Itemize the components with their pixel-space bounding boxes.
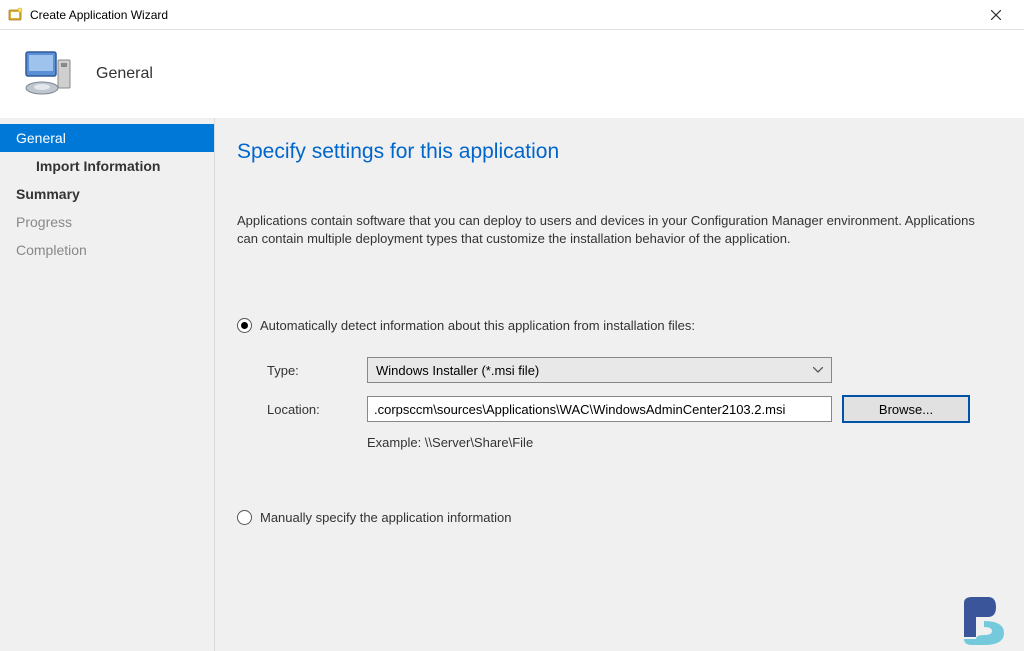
chevron-down-icon xyxy=(813,364,823,376)
browse-label: Browse... xyxy=(879,402,933,417)
radio-auto-detect[interactable]: Automatically detect information about t… xyxy=(237,318,996,333)
radio-manual[interactable]: Manually specify the application informa… xyxy=(237,510,996,525)
header-label: General xyxy=(96,65,153,83)
radio-manual-label: Manually specify the application informa… xyxy=(260,510,511,525)
computer-icon xyxy=(20,46,76,102)
type-label: Type: xyxy=(267,363,367,378)
browse-button[interactable]: Browse... xyxy=(842,395,970,423)
titlebar: Create Application Wizard xyxy=(0,0,1024,30)
description-text: Applications contain software that you c… xyxy=(237,212,977,248)
radio-icon xyxy=(237,510,252,525)
sidebar-item-completion[interactable]: Completion xyxy=(0,236,214,264)
watermark-logo xyxy=(954,593,1020,647)
wizard-app-icon xyxy=(8,7,24,23)
sidebar-item-general[interactable]: General xyxy=(0,124,214,152)
header-band: General xyxy=(0,30,1024,118)
page-heading: Specify settings for this application xyxy=(237,140,996,164)
close-button[interactable] xyxy=(976,1,1016,29)
wizard-sidebar: General Import Information Summary Progr… xyxy=(0,118,215,651)
content-pane: Specify settings for this application Ap… xyxy=(215,118,1024,651)
sidebar-item-summary[interactable]: Summary xyxy=(0,180,214,208)
body-area: General Import Information Summary Progr… xyxy=(0,118,1024,651)
close-icon xyxy=(991,10,1001,20)
location-input[interactable]: .corpsccm\sources\Applications\WAC\Windo… xyxy=(367,396,832,422)
type-dropdown[interactable]: Windows Installer (*.msi file) xyxy=(367,357,832,383)
example-text: Example: \\Server\Share\File xyxy=(367,435,832,450)
sidebar-item-label: General xyxy=(16,130,66,146)
sidebar-item-import-information[interactable]: Import Information xyxy=(0,152,214,180)
location-label: Location: xyxy=(267,402,367,417)
sidebar-item-label: Progress xyxy=(16,214,72,230)
type-value: Windows Installer (*.msi file) xyxy=(376,363,539,378)
sidebar-item-label: Completion xyxy=(16,242,87,258)
sidebar-item-progress[interactable]: Progress xyxy=(0,208,214,236)
sidebar-item-label: Summary xyxy=(16,186,80,202)
radio-icon xyxy=(237,318,252,333)
location-value: .corpsccm\sources\Applications\WAC\Windo… xyxy=(374,402,785,417)
radio-auto-label: Automatically detect information about t… xyxy=(260,318,695,333)
window-title: Create Application Wizard xyxy=(30,8,168,22)
sidebar-item-label: Import Information xyxy=(36,158,160,174)
auto-detect-form: Type: Windows Installer (*.msi file) Loc… xyxy=(267,357,996,450)
